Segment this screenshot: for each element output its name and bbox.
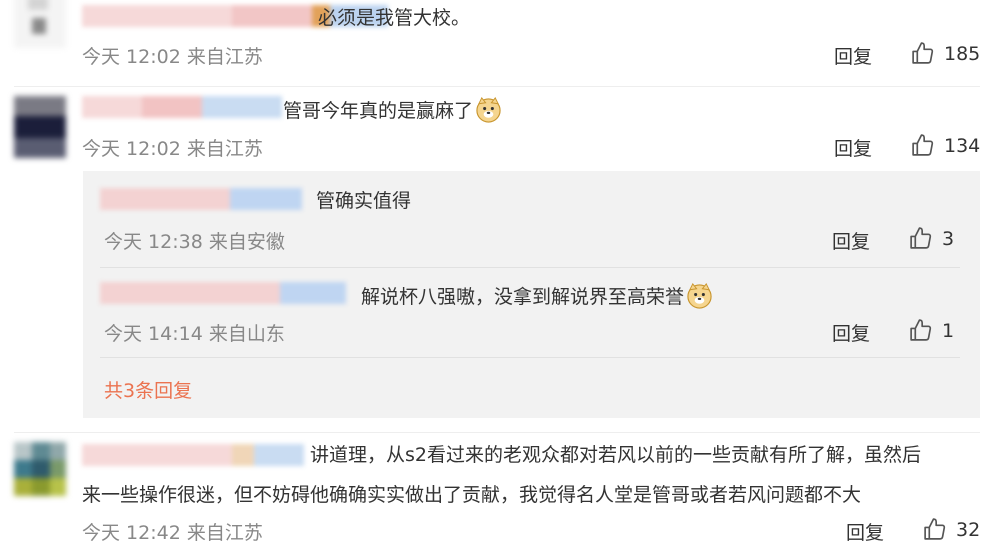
doge-emoji-icon [476,97,501,123]
comment-text: 必须是我管大校。 [318,7,471,29]
like-button[interactable]: 3 [908,226,954,251]
username[interactable] [100,188,302,210]
reply-meta: 今天 12:38 来自安徽 [104,231,285,253]
like-count: 134 [944,134,981,157]
username[interactable] [100,282,346,304]
divider [100,357,960,358]
like-button[interactable]: 185 [910,41,980,66]
thumbs-up-icon [910,319,932,341]
like-count: 32 [956,518,981,541]
reply-button[interactable]: 回复 [834,134,872,161]
reply-button[interactable]: 回复 [834,42,872,69]
reply-text: 管确实值得 [316,190,412,212]
username[interactable] [82,444,304,466]
like-count: 1 [942,319,955,342]
like-button[interactable]: 1 [908,318,954,343]
comment-meta: 今天 12:02 来自江苏 [82,138,263,160]
comment-meta: 今天 12:02 来自江苏 [82,46,263,68]
avatar[interactable] [14,0,66,48]
reply-meta: 今天 14:14 来自山东 [104,323,285,345]
comment-text-line-1: 讲道理，从s2看过来的老观众都对若风以前的一些贡献有所了解，虽然后 [310,444,921,466]
comment-text-line-2: 来一些操作很迷，但不妨碍他确确实实做出了贡献，我觉得名人堂是管哥或者若风问题都不… [82,484,862,506]
divider [100,267,960,268]
reply-button[interactable]: 回复 [832,227,870,254]
more-replies-link[interactable]: 共3条回复 [104,376,192,403]
reply-button[interactable]: 回复 [846,518,884,545]
reply-button[interactable]: 回复 [832,319,870,346]
avatar[interactable] [14,96,66,158]
username[interactable] [82,96,282,118]
like-count: 185 [944,42,981,65]
divider [14,432,980,433]
thumbs-up-icon [912,42,934,64]
comment-text: 管哥今年真的是赢麻了 [283,96,502,124]
doge-emoji-icon [687,283,712,309]
thumbs-up-icon [924,518,946,540]
divider [14,86,980,87]
comment-meta: 今天 12:42 来自江苏 [82,522,263,544]
like-button[interactable]: 134 [910,133,980,158]
reply-text: 解说杯八强嗷，没拿到解说界至高荣誉 [361,282,713,310]
like-button[interactable]: 32 [922,517,980,542]
thumbs-up-icon [912,134,934,156]
like-count: 3 [942,227,955,250]
thumbs-up-icon [910,227,932,249]
avatar[interactable] [14,442,66,496]
username[interactable] [82,5,388,27]
